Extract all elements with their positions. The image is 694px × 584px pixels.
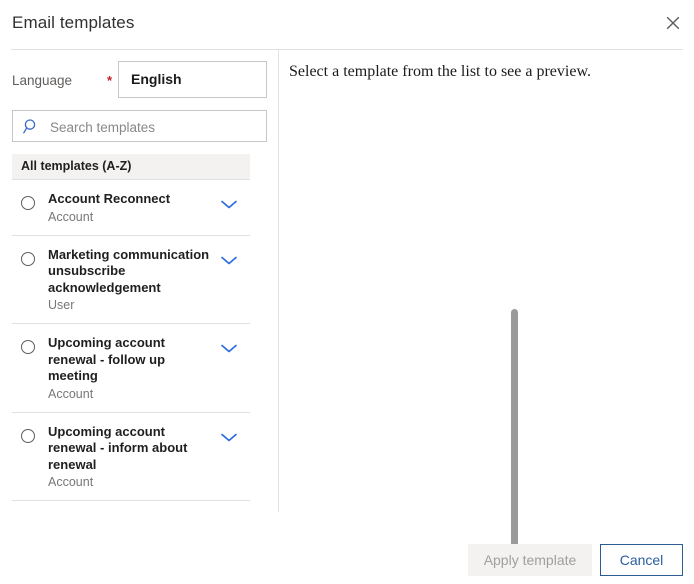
- list-item[interactable]: Upcoming account renewal - inform about …: [12, 412, 250, 501]
- template-title: Upcoming account renewal - inform about …: [48, 423, 188, 472]
- template-list[interactable]: Account Reconnect Account Marketing commun…: [0, 180, 262, 512]
- template-entity: Account: [48, 386, 94, 401]
- list-item[interactable]: Upcoming account renewal - share quoteAc…: [12, 501, 250, 512]
- template-list-region: All templates (A-Z) Account Reconnect Acc…: [0, 154, 278, 512]
- template-entity: Account: [48, 209, 94, 224]
- close-button[interactable]: [655, 6, 691, 40]
- chevron-down-icon[interactable]: [216, 250, 242, 270]
- template-radio[interactable]: [21, 196, 35, 210]
- list-item[interactable]: Marketing communication unsubscribe ackn…: [12, 235, 250, 324]
- search-box[interactable]: [12, 110, 267, 143]
- dialog-footer: Apply template Cancel: [0, 512, 694, 584]
- chevron-down-icon[interactable]: [216, 427, 242, 447]
- template-radio[interactable]: [21, 340, 35, 354]
- page-title: Email templates: [12, 13, 135, 32]
- chevron-down-icon[interactable]: [216, 338, 242, 358]
- cancel-button[interactable]: Cancel: [600, 544, 683, 576]
- template-entity: User: [48, 298, 75, 312]
- template-entity: Account: [48, 475, 94, 489]
- template-text: Upcoming account renewal - follow up mee…: [48, 335, 212, 403]
- chevron-down-icon[interactable]: [216, 194, 242, 214]
- list-group-header-label: All templates (A-Z): [21, 159, 132, 173]
- close-icon: [655, 16, 691, 30]
- list-item[interactable]: Account Reconnect Account: [12, 180, 250, 236]
- required-asterisk: *: [107, 73, 113, 88]
- list-item[interactable]: Upcoming account renewal - follow up mee…: [12, 324, 250, 413]
- template-title: Account Reconnect: [48, 191, 171, 206]
- apply-template-button[interactable]: Apply template: [468, 544, 592, 576]
- language-label: Language: [12, 73, 73, 88]
- search-icon: [23, 118, 40, 135]
- template-title: Upcoming account renewal - follow up mee…: [48, 335, 166, 383]
- template-text: Marketing communication unsubscribe ackn…: [48, 247, 212, 315]
- template-title: Marketing communication unsubscribe ackn…: [48, 246, 210, 295]
- template-text: Upcoming account renewal - inform about …: [48, 424, 212, 492]
- template-text: Account Reconnect Account: [48, 191, 212, 226]
- dialog-header: Email templates: [0, 0, 694, 50]
- language-field[interactable]: English: [118, 61, 267, 98]
- language-row: Language * English: [0, 61, 278, 101]
- template-preview-pane: Select a template from the list to see a…: [279, 50, 694, 512]
- template-radio[interactable]: [21, 251, 35, 266]
- search-input[interactable]: [48, 111, 264, 143]
- list-group-header: All templates (A-Z): [12, 154, 250, 180]
- language-value: English: [131, 71, 182, 87]
- list-scrollbar-track[interactable]: [255, 154, 518, 569]
- template-selection-pane: Language * English All templates (A-Z) A…: [0, 50, 518, 569]
- template-radio[interactable]: [21, 428, 35, 443]
- preview-empty-message: Select a template from the list to see a…: [289, 63, 591, 80]
